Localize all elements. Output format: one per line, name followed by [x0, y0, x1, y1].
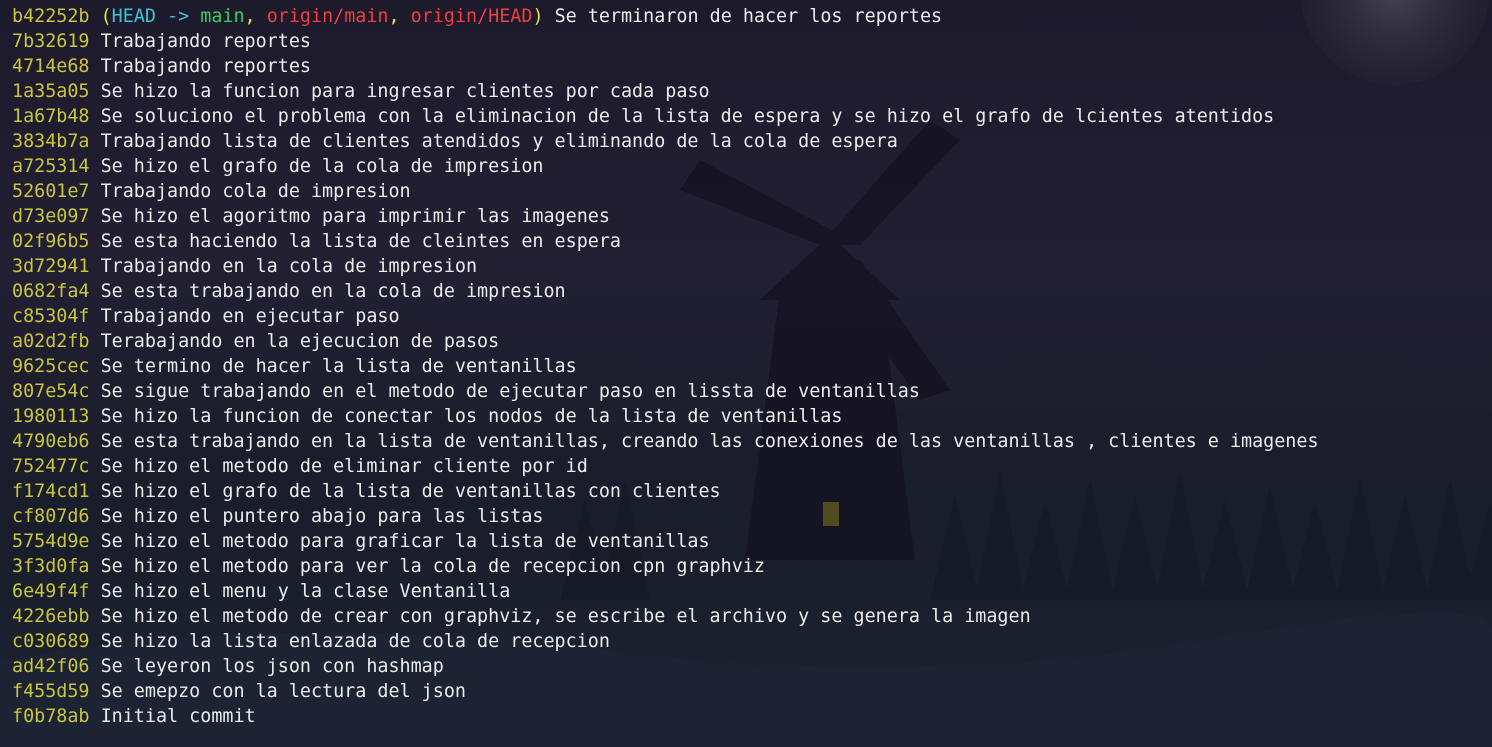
log-line: 1a67b48 Se soluciono el problema con la …	[12, 104, 1492, 129]
log-line: ad42f06 Se leyeron los json con hashmap	[12, 654, 1492, 679]
commit-hash: 5754d9e	[12, 531, 90, 552]
commit-message: Se esta trabajando en la cola de impresi…	[100, 281, 566, 302]
log-line: a02d2fb Terabajando en la ejecucion de p…	[12, 329, 1492, 354]
log-line: 3834b7a Trabajando lista de clientes ate…	[12, 129, 1492, 154]
commit-list: 7b32619 Trabajando reportes 4714e68 Traba…	[12, 29, 1492, 729]
head-ref: HEAD ->	[111, 6, 201, 27]
commit-hash: c85304f	[12, 306, 90, 327]
log-line: 7b32619 Trabajando reportes	[12, 29, 1492, 54]
commit-message: Se terminaron de hacer los reportes	[554, 6, 943, 27]
commit-message: Trabajando reportes	[100, 56, 311, 77]
commit-hash: cf807d6	[12, 506, 90, 527]
remote-head-ref: origin/HEAD	[410, 6, 533, 27]
log-line: f174cd1 Se hizo el grafo de la lista de …	[12, 479, 1492, 504]
commit-hash: 1a35a05	[12, 81, 90, 102]
commit-message: Trabajando cola de impresion	[100, 181, 411, 202]
commit-message: Trabajando en ejecutar paso	[100, 306, 400, 327]
ref-separator: ,	[388, 6, 411, 27]
commit-hash: 3d72941	[12, 256, 90, 277]
log-line: 9625cec Se termino de hacer la lista de …	[12, 354, 1492, 379]
commit-message: Se soluciono el problema con la eliminac…	[100, 106, 1275, 127]
commit-message: Se hizo la funcion para ingresar cliente…	[100, 81, 710, 102]
log-line: 0682fa4 Se esta trabajando en la cola de…	[12, 279, 1492, 304]
commit-hash: 4714e68	[12, 56, 90, 77]
commit-hash: a725314	[12, 156, 90, 177]
commit-hash: 7b32619	[12, 31, 90, 52]
commit-hash: f174cd1	[12, 481, 90, 502]
commit-hash: 752477c	[12, 456, 90, 477]
commit-message: Se hizo la funcion de conectar los nodos…	[100, 406, 843, 427]
commit-message: Se esta haciendo la lista de cleintes en…	[100, 231, 621, 252]
commit-message: Se hizo el puntero abajo para las listas	[100, 506, 544, 527]
log-line: 02f96b5 Se esta haciendo la lista de cle…	[12, 229, 1492, 254]
log-line: f455d59 Se emepzo con la lectura del jso…	[12, 679, 1492, 704]
commit-hash: f0b78ab	[12, 706, 90, 727]
commit-message: Se hizo el grafo de la lista de ventanil…	[100, 481, 721, 502]
git-log-terminal[interactable]: b42252b (HEAD -> main, origin/main, orig…	[0, 0, 1492, 747]
commit-message: Se hizo el menu y la clase Ventanilla	[100, 581, 511, 602]
commit-hash: 1a67b48	[12, 106, 90, 127]
commit-message: Se hizo la lista enlazada de cola de rec…	[100, 631, 610, 652]
local-branch-ref: main	[200, 6, 245, 27]
commit-hash: 807e54c	[12, 381, 90, 402]
commit-message: Se termino de hacer la lista de ventanil…	[100, 356, 577, 377]
commit-message: Initial commit	[100, 706, 256, 727]
commit-message: Se hizo el metodo para ver la cola de re…	[100, 556, 765, 577]
commit-message: Se sigue trabajando en el metodo de ejec…	[100, 381, 920, 402]
commit-hash: 3834b7a	[12, 131, 90, 152]
log-line: cf807d6 Se hizo el puntero abajo para la…	[12, 504, 1492, 529]
log-line: 4790eb6 Se esta trabajando en la lista d…	[12, 429, 1492, 454]
commit-message: Se esta trabajando en la lista de ventan…	[100, 431, 1319, 452]
ref-open-paren: (	[100, 6, 112, 27]
commit-hash: 9625cec	[12, 356, 90, 377]
commit-message: Se leyeron los json con hashmap	[100, 656, 444, 677]
commit-message: Se emepzo con la lectura del json	[100, 681, 466, 702]
commit-message: Trabajando reportes	[100, 31, 311, 52]
log-line: 3d72941 Trabajando en la cola de impresi…	[12, 254, 1492, 279]
log-line: 52601e7 Trabajando cola de impresion	[12, 179, 1492, 204]
log-line: 807e54c Se sigue trabajando en el metodo…	[12, 379, 1492, 404]
log-line: 4714e68 Trabajando reportes	[12, 54, 1492, 79]
remote-branch-ref: origin/main	[266, 6, 389, 27]
commit-hash: 4790eb6	[12, 431, 90, 452]
commit-hash: 4226ebb	[12, 606, 90, 627]
commit-hash: 0682fa4	[12, 281, 90, 302]
commit-message: Terabajando en la ejecucion de pasos	[100, 331, 500, 352]
log-line-head: b42252b (HEAD -> main, origin/main, orig…	[12, 4, 1492, 29]
commit-hash: f455d59	[12, 681, 90, 702]
log-line: 3f3d0fa Se hizo el metodo para ver la co…	[12, 554, 1492, 579]
commit-hash: b42252b	[12, 6, 90, 27]
log-line: d73e097 Se hizo el agoritmo para imprimi…	[12, 204, 1492, 229]
log-line: f0b78ab Initial commit	[12, 704, 1492, 729]
log-line: a725314 Se hizo el grafo de la cola de i…	[12, 154, 1492, 179]
log-line: 6e49f4f Se hizo el menu y la clase Venta…	[12, 579, 1492, 604]
commit-hash: 6e49f4f	[12, 581, 90, 602]
commit-message: Se hizo el metodo de eliminar cliente po…	[100, 456, 588, 477]
commit-hash: 1980113	[12, 406, 90, 427]
ref-separator: ,	[244, 6, 267, 27]
commit-hash: 3f3d0fa	[12, 556, 90, 577]
log-line: 5754d9e Se hizo el metodo para graficar …	[12, 529, 1492, 554]
log-line: 1980113 Se hizo la funcion de conectar l…	[12, 404, 1492, 429]
log-line: 1a35a05 Se hizo la funcion para ingresar…	[12, 79, 1492, 104]
log-line: 752477c Se hizo el metodo de eliminar cl…	[12, 454, 1492, 479]
commit-hash: a02d2fb	[12, 331, 90, 352]
commit-hash: 02f96b5	[12, 231, 90, 252]
commit-message: Se hizo el metodo para graficar la lista…	[100, 531, 710, 552]
commit-message: Trabajando en la cola de impresion	[100, 256, 478, 277]
commit-hash: 52601e7	[12, 181, 90, 202]
commit-hash: d73e097	[12, 206, 90, 227]
log-line: c85304f Trabajando en ejecutar paso	[12, 304, 1492, 329]
commit-hash: c030689	[12, 631, 90, 652]
log-line: 4226ebb Se hizo el metodo de crear con g…	[12, 604, 1492, 629]
commit-message: Se hizo el grafo de la cola de impresion	[100, 156, 544, 177]
commit-hash: ad42f06	[12, 656, 90, 677]
commit-message: Trabajando lista de clientes atendidos y…	[100, 131, 898, 152]
commit-message: Se hizo el agoritmo para imprimir las im…	[100, 206, 610, 227]
ref-close-paren: )	[532, 6, 544, 27]
log-line: c030689 Se hizo la lista enlazada de col…	[12, 629, 1492, 654]
commit-message: Se hizo el metodo de crear con graphviz,…	[100, 606, 1031, 627]
